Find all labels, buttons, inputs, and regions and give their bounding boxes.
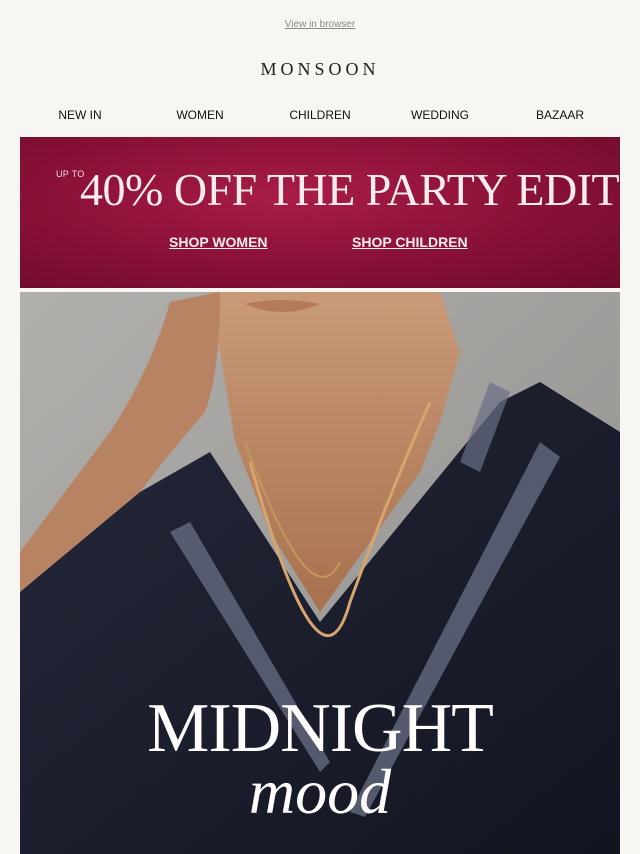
shop-children-link[interactable]: SHOP CHILDREN <box>352 234 468 250</box>
main-nav: NEW IN WOMEN CHILDREN WEDDING BAZAAR <box>20 108 620 122</box>
hero-image[interactable]: MIDNIGHT mood <box>20 292 620 854</box>
nav-item-wedding[interactable]: WEDDING <box>380 108 500 122</box>
nav-item-women[interactable]: WOMEN <box>140 108 260 122</box>
hero-title: MIDNIGHT <box>147 690 494 767</box>
promo-banner[interactable]: UP TO 40% OFF THE PARTY EDIT SHOP WOMEN … <box>20 137 620 288</box>
nav-item-children[interactable]: CHILDREN <box>260 108 380 122</box>
shop-women-link[interactable]: SHOP WOMEN <box>169 234 268 250</box>
monsoon-logo[interactable]: MONSOON <box>0 59 640 80</box>
hero-subtitle: mood <box>248 756 392 827</box>
promo-headline: 40% OFF THE PARTY EDIT <box>80 164 620 215</box>
view-in-browser-link[interactable]: View in browser <box>0 19 640 30</box>
nav-item-new-in[interactable]: NEW IN <box>20 108 140 122</box>
nav-item-bazaar[interactable]: BAZAAR <box>500 108 620 122</box>
